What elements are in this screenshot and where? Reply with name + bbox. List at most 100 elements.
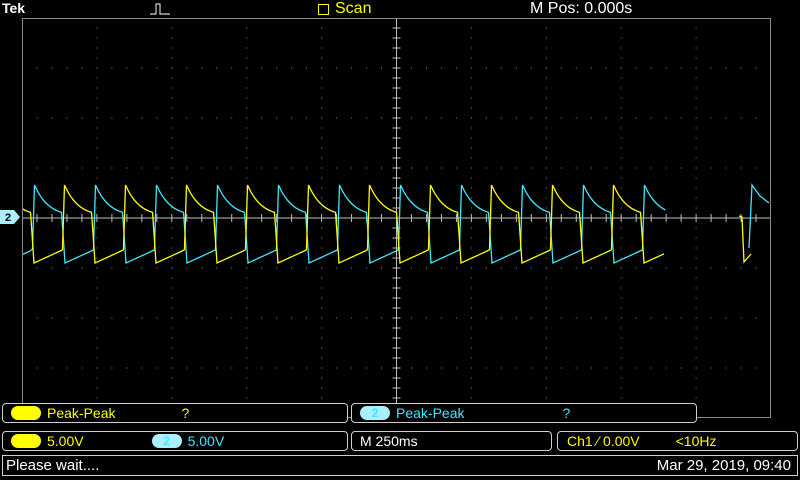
- grid-dot: [321, 207, 323, 209]
- grid-dot: [635, 67, 637, 69]
- grid-dot: [605, 117, 607, 119]
- grid-dot: [470, 247, 472, 249]
- grid-dot: [261, 117, 263, 119]
- grid-dot: [695, 77, 697, 79]
- grid-dot: [455, 267, 457, 269]
- grid-dot: [410, 317, 412, 319]
- grid-dot: [590, 317, 592, 319]
- timebase-panel[interactable]: M 250ms: [351, 431, 552, 451]
- grid-dot: [440, 317, 442, 319]
- grid-dot: [171, 97, 173, 99]
- grid-dot: [470, 357, 472, 359]
- grid-dot: [321, 97, 323, 99]
- grid-dot: [156, 367, 158, 369]
- grid-dot: [500, 117, 502, 119]
- measurement-1[interactable]: 1 Peak-Peak ?: [2, 403, 348, 423]
- grid-dot: [246, 107, 248, 109]
- grid-dot: [171, 177, 173, 179]
- grid-dot: [171, 337, 173, 339]
- grid-dot: [276, 67, 278, 69]
- grid-dot: [635, 367, 637, 369]
- grid-dot: [545, 397, 547, 399]
- grid-dot: [171, 77, 173, 79]
- grid-dot: [485, 317, 487, 319]
- grid-dot: [141, 367, 143, 369]
- grid-dot: [545, 357, 547, 359]
- grid-dot: [366, 117, 368, 119]
- grid-dot: [485, 167, 487, 169]
- grid-dot: [81, 267, 83, 269]
- grid-dot: [470, 177, 472, 179]
- ch2-badge: 2: [151, 434, 182, 448]
- grid-dot: [126, 367, 128, 369]
- grid-dot: [261, 367, 263, 369]
- grid-dot: [51, 67, 53, 69]
- grid-dot: [620, 147, 622, 149]
- grid-dot: [545, 387, 547, 389]
- grid-dot: [695, 167, 697, 169]
- grid-dot: [725, 367, 727, 369]
- grid-dot: [440, 67, 442, 69]
- grid-dot: [96, 107, 98, 109]
- grid-dot: [455, 117, 457, 119]
- grid-dot: [695, 187, 697, 189]
- grid-dot: [425, 367, 427, 369]
- grid-dot: [171, 247, 173, 249]
- measurement-2-channel-badge: 2: [360, 406, 390, 420]
- grid-dot: [321, 67, 323, 69]
- grid-dot: [410, 367, 412, 369]
- grid-dot: [36, 117, 38, 119]
- grid-dot: [351, 267, 353, 269]
- grid-dot: [545, 137, 547, 139]
- grid-dot: [470, 187, 472, 189]
- grid-dot: [695, 297, 697, 299]
- grid-dot: [321, 167, 323, 169]
- grid-dot: [66, 367, 68, 369]
- grid-dot: [440, 367, 442, 369]
- grid-dot: [321, 337, 323, 339]
- grid-dot: [620, 367, 622, 369]
- grid-dot: [470, 157, 472, 159]
- grid-dot: [650, 317, 652, 319]
- grid-dot: [246, 147, 248, 149]
- top-bar: Tek Scan M Pos: 0.000s: [0, 0, 800, 18]
- grid-dot: [246, 367, 248, 369]
- grid-dot: [246, 337, 248, 339]
- grid-dot: [710, 117, 712, 119]
- brand-logo: Tek: [2, 0, 26, 16]
- grid-dot: [381, 317, 383, 319]
- grid-dot: [246, 177, 248, 179]
- grid-dot: [96, 367, 98, 369]
- grid-dot: [695, 87, 697, 89]
- grid-dot: [755, 267, 757, 269]
- grid-dot: [111, 67, 113, 69]
- grid-dot: [126, 317, 128, 319]
- grid-dot: [336, 67, 338, 69]
- grid-dot: [620, 247, 622, 249]
- grid-dot: [560, 317, 562, 319]
- measurement-1-type: Peak-Peak: [47, 405, 116, 421]
- grid-dot: [96, 267, 98, 269]
- grid-dot: [81, 67, 83, 69]
- trigger-panel[interactable]: Ch1 ∕ 0.00V <10Hz: [557, 431, 798, 451]
- grid-dot: [545, 227, 547, 229]
- grid-dot: [96, 147, 98, 149]
- grid-dot: [51, 367, 53, 369]
- grid-dot: [381, 267, 383, 269]
- measurement-2[interactable]: 2 Peak-Peak ?: [351, 403, 697, 423]
- grid-dot: [530, 117, 532, 119]
- grid-dot: [366, 317, 368, 319]
- grid-dot: [425, 317, 427, 319]
- grid-dot: [650, 117, 652, 119]
- vertical-scale-panel[interactable]: 1 5.00V 2 5.00V: [2, 431, 348, 451]
- grid-dot: [590, 267, 592, 269]
- grid-dot: [635, 317, 637, 319]
- grid-dot: [381, 67, 383, 69]
- grid-dot: [51, 267, 53, 269]
- grid-dot: [321, 287, 323, 289]
- waveform-display[interactable]: [22, 18, 771, 418]
- grid-dot: [141, 117, 143, 119]
- grid-dot: [171, 137, 173, 139]
- grid-dot: [321, 27, 323, 29]
- grid-dot: [560, 167, 562, 169]
